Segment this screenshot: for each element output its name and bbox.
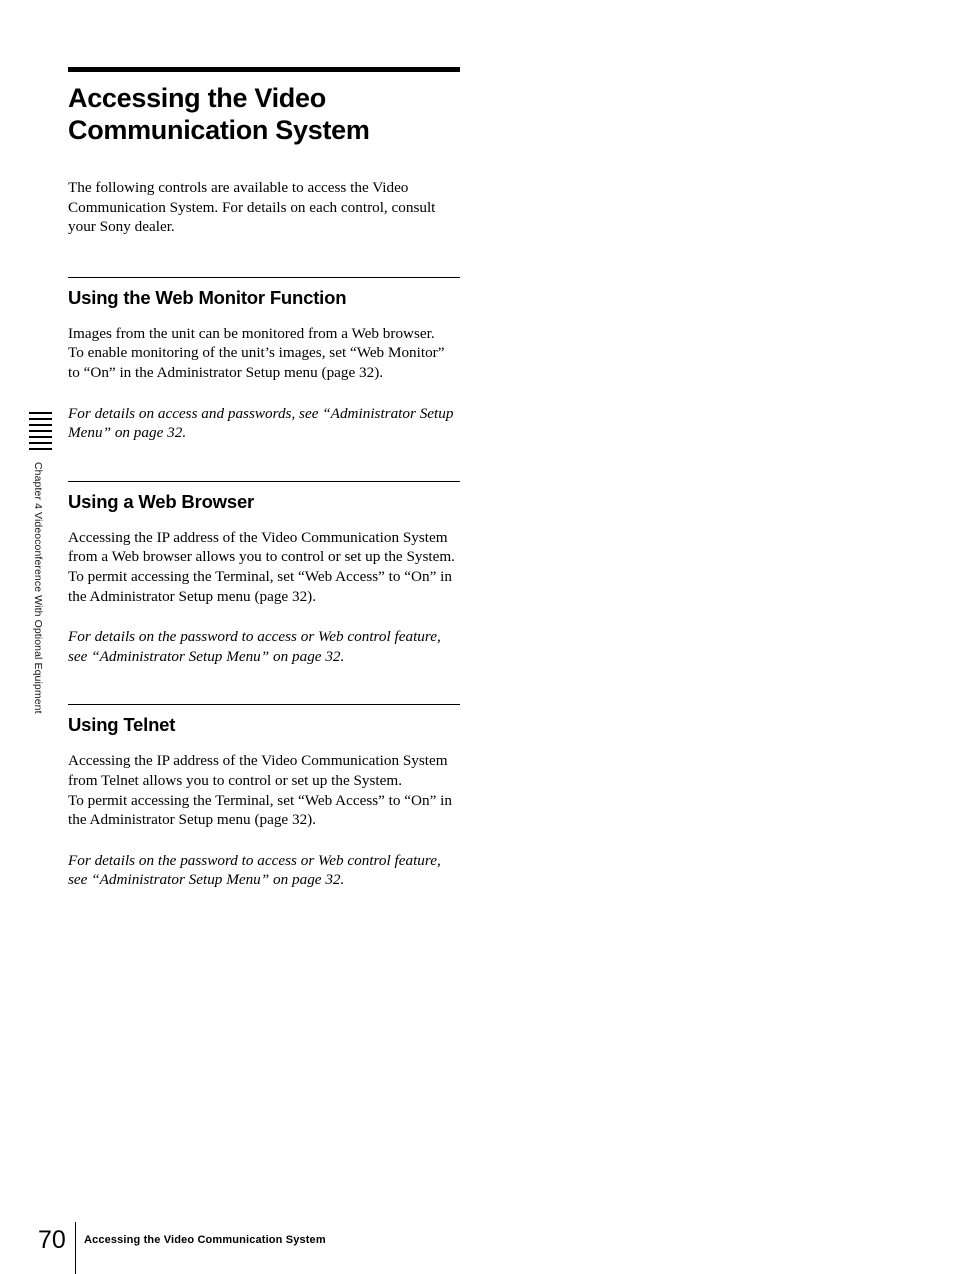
section-reference: For details on access and passwords, see… [68, 404, 454, 442]
page-title-line-2: Communication System [68, 115, 370, 145]
document-page: Chapter 4 Videoconference With Optional … [0, 0, 954, 1274]
chapter-tab-mark [29, 448, 52, 450]
section-heading: Using the Web Monitor Function [68, 286, 347, 308]
footer-divider [75, 1222, 76, 1274]
chapter-tab-mark [29, 412, 52, 414]
chapter-tab-marks [29, 412, 52, 452]
section-rule [68, 480, 460, 482]
section-rule [68, 276, 460, 278]
section-telnet: Using Telnet Accessing the IP address of… [68, 704, 460, 890]
chapter-tab-mark [29, 436, 52, 438]
section-rule [68, 704, 460, 706]
intro-paragraph: The following controls are available to … [68, 179, 436, 236]
chapter-tab-mark [29, 418, 52, 420]
chapter-label: Chapter 4 Videoconference With Optional … [32, 462, 44, 714]
section-heading: Using a Web Browser [68, 490, 255, 512]
page-title-line-1: Accessing the Video [68, 83, 326, 113]
section-reference: For details on the password to access or… [68, 851, 441, 889]
section-body: Accessing the IP address of the Video Co… [68, 752, 452, 829]
footer-title: Accessing the Video Communication System [84, 1234, 326, 1246]
chapter-tab-mark [29, 442, 52, 444]
section-web-browser: Using a Web Browser Accessing the IP add… [68, 480, 460, 667]
section-heading: Using Telnet [68, 714, 176, 736]
content-column: Accessing the Video Communication System… [68, 60, 460, 890]
section-body: Accessing the IP address of the Video Co… [68, 528, 455, 605]
section-web-monitor: Using the Web Monitor Function Images fr… [68, 276, 460, 443]
footer-page-number: 70 [38, 1226, 66, 1254]
title-rule [68, 67, 460, 72]
section-reference: For details on the password to access or… [68, 628, 441, 665]
chapter-tab-mark [29, 424, 52, 426]
page-title: Accessing the Video Communication System [68, 82, 460, 146]
section-body: Images from the unit can be monitored fr… [68, 324, 445, 381]
chapter-tab-mark [29, 430, 52, 432]
